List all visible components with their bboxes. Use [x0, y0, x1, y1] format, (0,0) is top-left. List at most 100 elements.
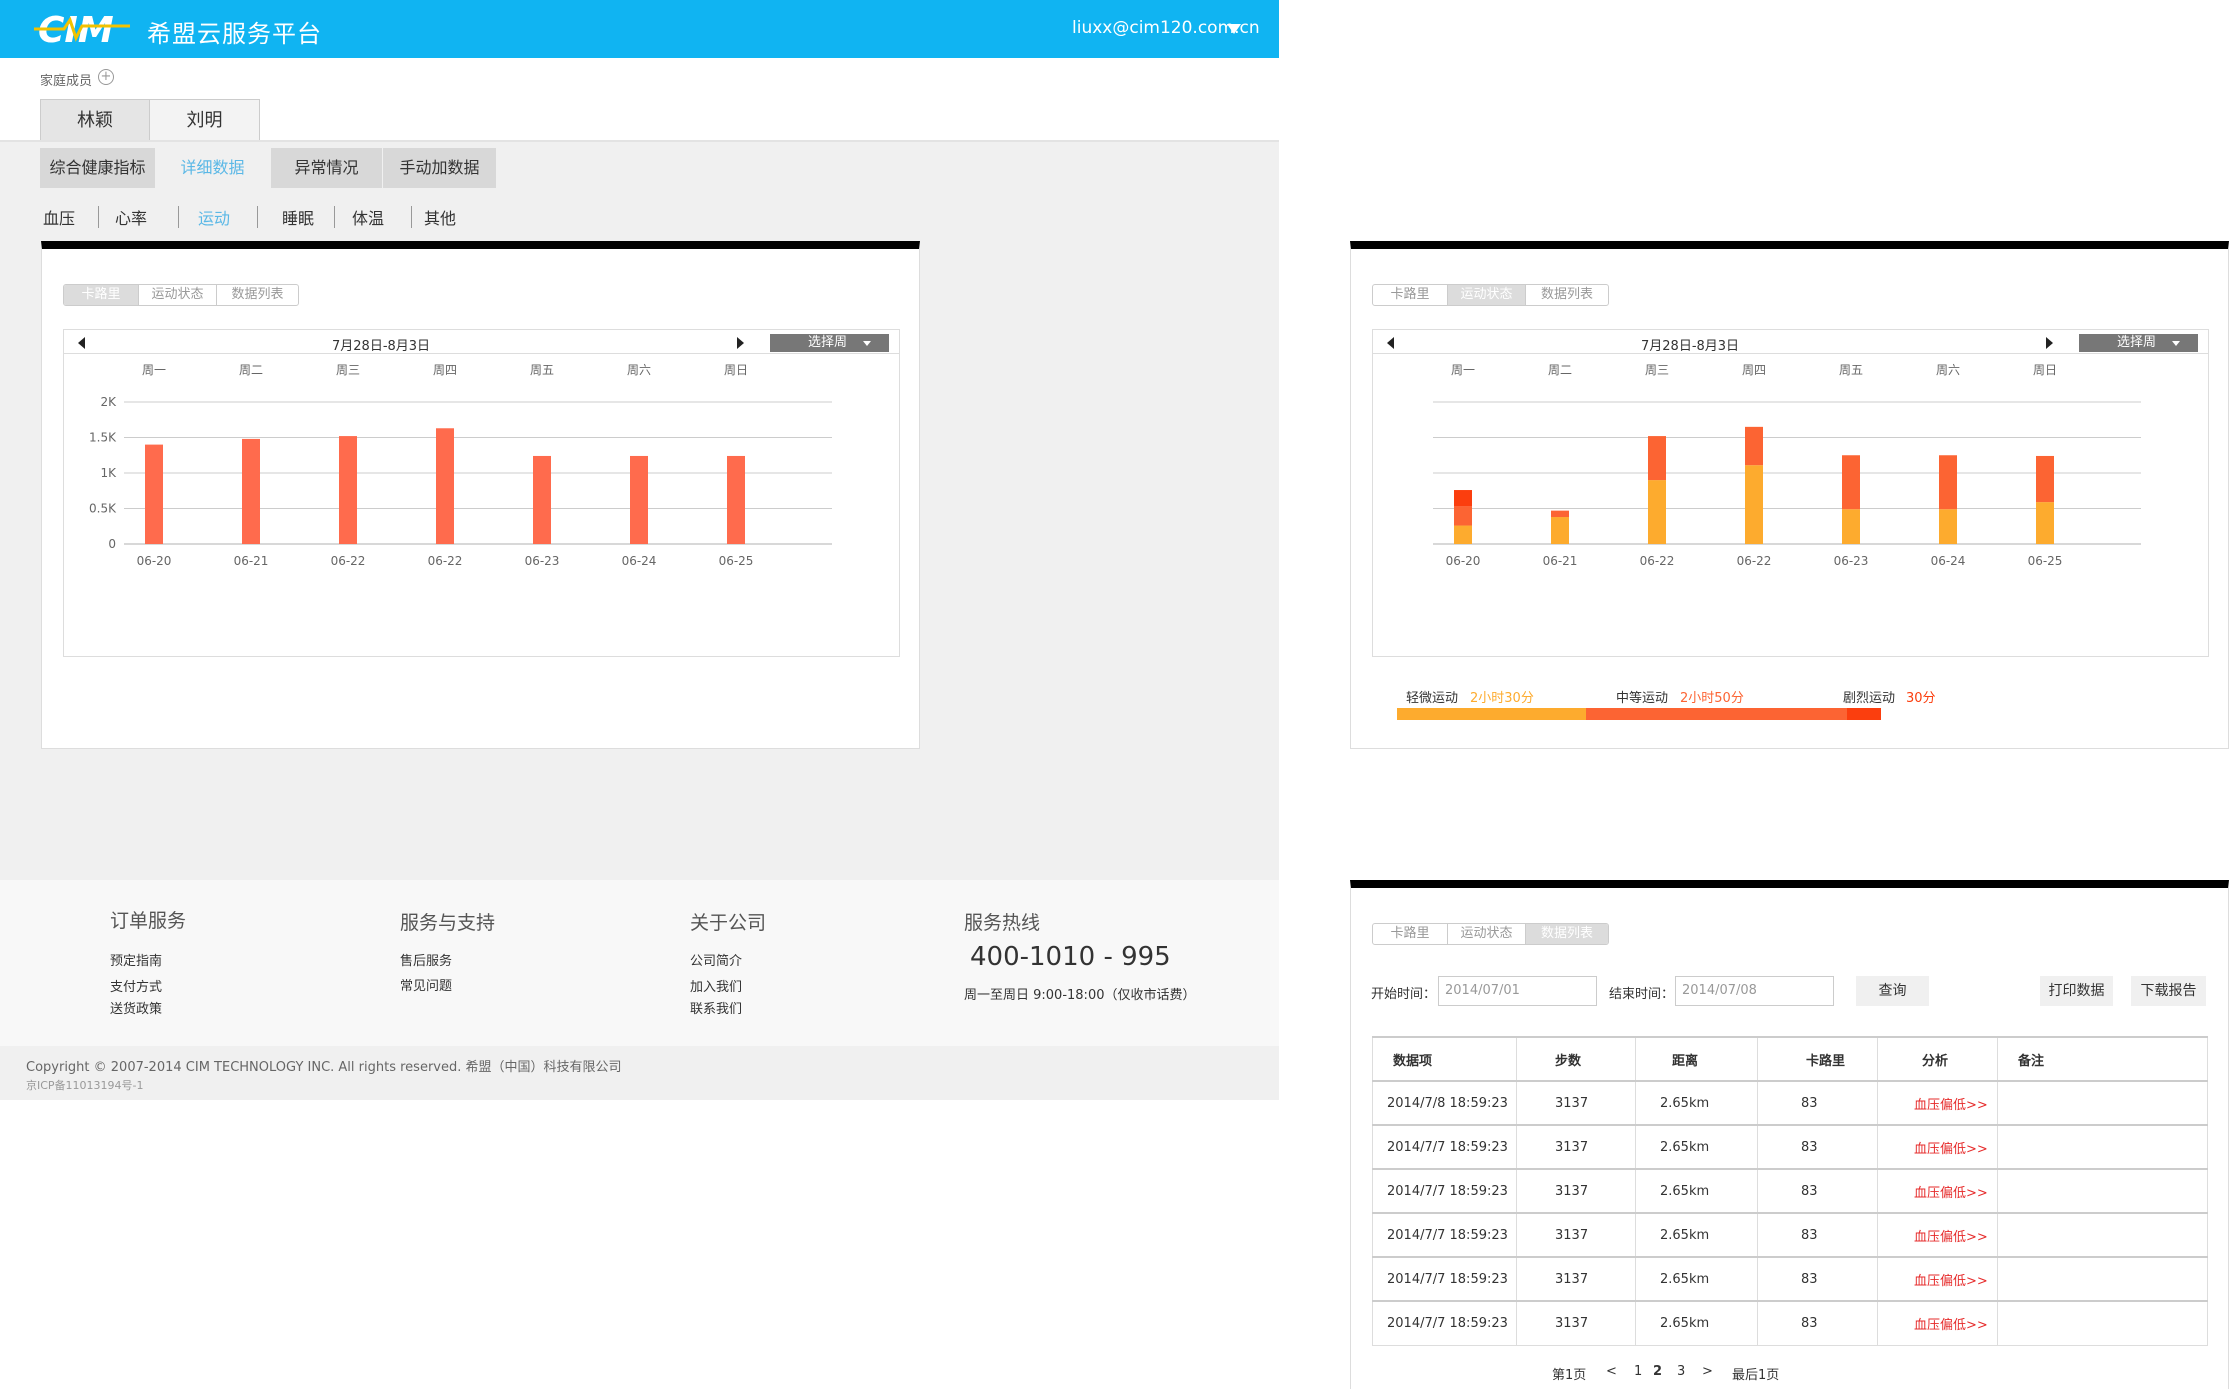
view-tab-status[interactable]: 运动状态	[1448, 924, 1526, 944]
print-data-button[interactable]: 打印数据	[2040, 976, 2113, 1006]
next-week-icon[interactable]	[2046, 337, 2053, 349]
legend-intense-value: 30分	[1906, 691, 1936, 706]
pick-week-button[interactable]: 选择周	[770, 334, 889, 352]
stacked-bar-segment	[1939, 509, 1957, 544]
x-tick-label: 06-22	[428, 554, 463, 568]
pagination: 第1页 < 1 2 3 > 最后1页	[1552, 1364, 1852, 1383]
legend-light-value: 2小时30分	[1470, 691, 1534, 706]
subtab-temperature[interactable]: 体温	[352, 205, 384, 229]
cell-steps: 3137	[1516, 1256, 1636, 1302]
footer-link[interactable]: 加入我们	[690, 976, 742, 995]
query-button[interactable]: 查询	[1856, 976, 1929, 1006]
view-tab-status[interactable]: 运动状态	[1448, 285, 1526, 305]
calorie-chart-box: 7月28日-8月3日 选择周 0 0.5K 1K 1.5K 2K 周一 周二 周三 周四 周五 周六…	[63, 329, 900, 657]
weekday-label: 周六	[1936, 363, 1960, 377]
member-tab-liuming[interactable]: 刘明	[149, 99, 260, 140]
prev-week-icon[interactable]	[78, 337, 85, 349]
separator	[178, 206, 179, 228]
next-week-icon[interactable]	[737, 337, 744, 349]
x-tick-label: 06-22	[331, 554, 366, 568]
table-row: 2014/7/8 18:59:23 3137 2.65km 83 血压偏低>>	[1372, 1080, 2208, 1126]
tab-detail-data[interactable]: 详细数据	[155, 148, 270, 188]
cell-calorie: 83	[1757, 1124, 1878, 1170]
status-stacked-chart: 周一 周二 周三 周四 周五 周六 周日 06-20 06-21 06-22 06-22 06-23 0…	[1433, 363, 2141, 568]
footer-link[interactable]: 送货政策	[110, 998, 162, 1017]
separator	[334, 206, 335, 228]
cim-logo[interactable]: CIM	[34, 6, 134, 52]
footer-link[interactable]: 常见问题	[400, 975, 452, 994]
pick-week-button[interactable]: 选择周	[2079, 334, 2198, 352]
cell-datetime: 2014/7/7 18:59:23	[1372, 1300, 1517, 1346]
footer-link[interactable]: 预定指南	[110, 950, 162, 969]
footer-link[interactable]: 公司简介	[690, 950, 742, 969]
view-tab-list[interactable]: 数据列表	[1526, 285, 1608, 305]
bar	[242, 438, 260, 544]
chevron-down-icon[interactable]	[1227, 24, 1241, 34]
tab-health-index[interactable]: 综合健康指标	[40, 148, 155, 188]
next-page-link[interactable]: >	[1702, 1364, 1713, 1379]
first-page-link[interactable]: 第1页	[1552, 1364, 1586, 1383]
page-link[interactable]: 1	[1634, 1364, 1642, 1379]
subtab-exercise[interactable]: 运动	[198, 205, 230, 229]
weekday-label: 周五	[1839, 363, 1863, 377]
subtab-heart-rate[interactable]: 心率	[115, 205, 147, 229]
weekday-label: 周三	[336, 363, 360, 377]
legend-light-label: 轻微运动	[1406, 691, 1459, 706]
hotline-hours: 周一至周日 9:00-18:00（仅收市话费）	[964, 988, 1196, 1003]
stacked-bar-segment	[1551, 517, 1569, 544]
stacked-bar-segment	[1551, 510, 1569, 518]
prev-page-link[interactable]: <	[1606, 1364, 1617, 1379]
view-tab-list[interactable]: 数据列表	[217, 285, 298, 305]
legend-intense-label: 剧烈运动	[1843, 691, 1896, 706]
ratio-segment-intense	[1847, 708, 1881, 720]
cell-analysis[interactable]: 血压偏低>>	[1877, 1256, 1998, 1302]
cell-datetime: 2014/7/8 18:59:23	[1372, 1080, 1517, 1126]
last-page-link[interactable]: 最后1页	[1732, 1364, 1779, 1383]
download-report-button[interactable]: 下载报告	[2131, 976, 2206, 1006]
weekday-label: 周六	[627, 363, 651, 377]
week-range: 7月28日-8月3日	[1641, 339, 1740, 354]
calorie-bar-chart: 0 0.5K 1K 1.5K 2K 周一 周二 周三 周四 周五 周六 周日 06-20 06-21 06-…	[89, 363, 832, 568]
add-member-icon[interactable]: +	[98, 69, 114, 85]
prev-week-icon[interactable]	[1387, 337, 1394, 349]
view-tab-calorie[interactable]: 卡路里	[1373, 285, 1448, 305]
footer-link[interactable]: 支付方式	[110, 976, 162, 995]
cell-distance: 2.65km	[1635, 1212, 1758, 1258]
end-date-input[interactable]: 2014/07/08	[1675, 976, 1834, 1006]
page-link-current[interactable]: 2	[1653, 1364, 1662, 1379]
subtab-sleep[interactable]: 睡眠	[282, 205, 314, 229]
cell-distance: 2.65km	[1635, 1168, 1758, 1214]
exercise-ratio-bar	[1397, 708, 1881, 720]
weekday-label: 周二	[239, 363, 263, 377]
stacked-bar-segment	[1454, 490, 1472, 507]
cell-analysis[interactable]: 血压偏低>>	[1877, 1300, 1998, 1346]
subtab-other[interactable]: 其他	[424, 205, 456, 229]
footer-link[interactable]: 联系我们	[690, 998, 742, 1017]
cell-steps: 3137	[1516, 1168, 1636, 1214]
page-link[interactable]: 3	[1677, 1364, 1685, 1379]
cell-analysis[interactable]: 血压偏低>>	[1877, 1080, 1998, 1126]
cell-calorie: 83	[1757, 1256, 1878, 1302]
x-tick-label: 06-23	[1834, 554, 1869, 568]
legend-moderate-label: 中等运动	[1616, 691, 1669, 706]
cell-note	[1997, 1168, 2208, 1214]
view-tab-status[interactable]: 运动状态	[139, 285, 217, 305]
cell-analysis[interactable]: 血压偏低>>	[1877, 1212, 1998, 1258]
subtab-blood-pressure[interactable]: 血压	[43, 205, 75, 229]
tab-manual-add[interactable]: 手动加数据	[383, 148, 496, 188]
view-tab-calorie[interactable]: 卡路里	[1373, 924, 1448, 944]
weekday-label: 周三	[1645, 363, 1669, 377]
view-segment: 卡路里 运动状态 数据列表	[1372, 923, 1609, 945]
end-time-label: 结束时间：	[1609, 987, 1675, 1002]
cell-datetime: 2014/7/7 18:59:23	[1372, 1168, 1517, 1214]
cell-analysis[interactable]: 血压偏低>>	[1877, 1168, 1998, 1214]
view-tab-list[interactable]: 数据列表	[1526, 924, 1608, 944]
view-tab-calorie[interactable]: 卡路里	[64, 285, 139, 305]
member-tab-linying[interactable]: 林颖	[40, 99, 150, 140]
view-segment: 卡路里 运动状态 数据列表	[63, 284, 299, 306]
tab-abnormal[interactable]: 异常情况	[271, 148, 382, 188]
cell-analysis[interactable]: 血压偏低>>	[1877, 1124, 1998, 1170]
footer-link[interactable]: 售后服务	[400, 950, 452, 969]
start-date-input[interactable]: 2014/07/01	[1438, 976, 1597, 1006]
cell-steps: 3137	[1516, 1124, 1636, 1170]
